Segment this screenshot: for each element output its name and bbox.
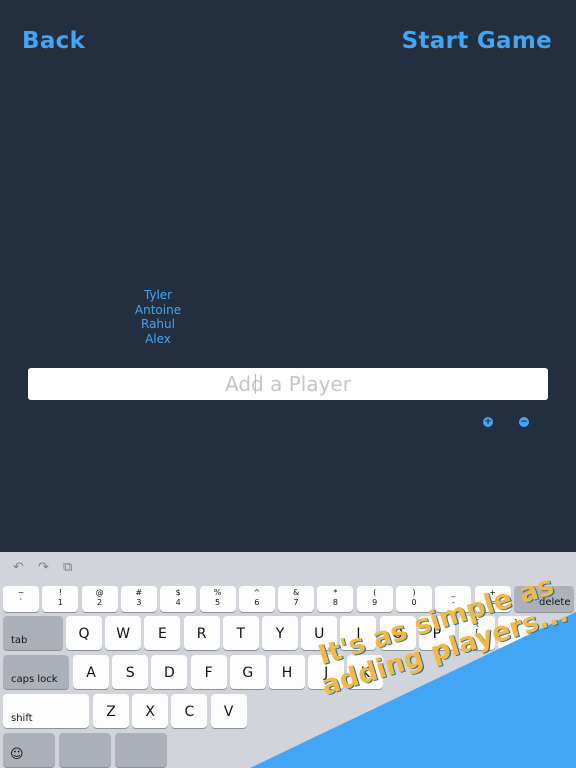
key-symbol: # bbox=[135, 588, 143, 597]
key-symbol: ( bbox=[373, 588, 377, 597]
number-key[interactable]: * 8 bbox=[317, 586, 354, 612]
player-list: Tyler Antoine Rahul Alex bbox=[108, 288, 208, 346]
number-key[interactable]: (9 bbox=[356, 586, 393, 612]
key-label: Z bbox=[106, 704, 116, 720]
player-name: Alex bbox=[145, 331, 171, 346]
key-digit: 6 bbox=[254, 598, 260, 607]
key-digit: 4 bbox=[175, 598, 181, 607]
key-symbol: * bbox=[333, 588, 338, 597]
numbers-key[interactable] bbox=[59, 733, 111, 767]
key-label: G bbox=[242, 665, 254, 681]
tab-label: tab bbox=[11, 635, 28, 646]
key-symbol: % bbox=[213, 588, 222, 597]
tab-key[interactable]: tab bbox=[3, 616, 63, 650]
add-player-field[interactable] bbox=[28, 368, 548, 400]
key-label: E bbox=[157, 626, 167, 642]
letter-key[interactable]: F bbox=[190, 655, 227, 689]
caps-lock-label: caps lock bbox=[11, 674, 58, 685]
key-symbol: ~ bbox=[17, 588, 25, 597]
letter-key[interactable]: A bbox=[73, 655, 109, 689]
key-digit: ` bbox=[19, 598, 23, 607]
key-symbol: @ bbox=[95, 588, 104, 597]
key-label: C bbox=[184, 704, 195, 720]
letter-key[interactable]: V bbox=[210, 694, 247, 728]
key-label: A bbox=[86, 665, 96, 681]
key-symbol: ! bbox=[58, 588, 62, 597]
caps-lock-key[interactable]: caps lock bbox=[3, 655, 69, 689]
letter-key[interactable]: G bbox=[229, 655, 266, 689]
text-caret bbox=[255, 374, 256, 394]
key-label: R bbox=[196, 626, 207, 642]
letter-key[interactable]: C bbox=[171, 694, 208, 728]
number-key[interactable]: ~ ` bbox=[3, 586, 39, 612]
start-game-button[interactable]: Start Game bbox=[402, 28, 552, 54]
letter-key[interactable]: H bbox=[269, 655, 305, 689]
letter-key[interactable]: Q bbox=[66, 616, 102, 650]
number-key[interactable]: #3 bbox=[120, 586, 157, 612]
key-label: D bbox=[164, 665, 175, 681]
number-key[interactable]: $4 bbox=[160, 586, 197, 612]
add-player-input[interactable] bbox=[28, 368, 548, 400]
key-label: V bbox=[223, 704, 234, 720]
key-symbol: ^ bbox=[253, 588, 261, 597]
key-label: T bbox=[236, 626, 246, 642]
key-digit: 9 bbox=[372, 598, 378, 607]
letter-key[interactable]: X bbox=[132, 694, 169, 728]
shift-key[interactable]: shift bbox=[3, 694, 89, 728]
back-button[interactable]: Back bbox=[22, 28, 85, 54]
key-digit: 2 bbox=[97, 598, 103, 607]
number-key[interactable]: ^ 6 bbox=[238, 586, 275, 612]
shift-label: shift bbox=[11, 713, 33, 724]
remove-player-button[interactable]: − bbox=[519, 417, 529, 427]
number-key[interactable]: & 7 bbox=[278, 586, 315, 612]
player-name: Rahul bbox=[141, 317, 175, 331]
paste-icon[interactable]: ⧉ bbox=[63, 560, 72, 575]
key-symbol: $ bbox=[175, 588, 181, 597]
letter-key[interactable]: E bbox=[144, 616, 181, 650]
key-label: X bbox=[145, 704, 155, 720]
letter-key[interactable]: S bbox=[112, 655, 149, 689]
key-label: W bbox=[116, 626, 131, 642]
key-symbol: ) bbox=[412, 588, 416, 597]
letter-key[interactable]: R bbox=[183, 616, 220, 650]
number-key[interactable]: % 5 bbox=[199, 586, 236, 612]
number-key[interactable]: ! 1 bbox=[42, 586, 79, 612]
emoji-icon: ☺ bbox=[10, 747, 24, 762]
number-key[interactable]: @2 bbox=[81, 586, 118, 612]
key-label: Y bbox=[275, 626, 285, 642]
onscreen-keyboard: ↶ ↷ ⧉ ~ `! 1 @2 #3 $4% 5 ^ 6 & 7 * 8(9) 0 _ - + = delete ta… bbox=[0, 552, 576, 768]
letter-key[interactable]: Z bbox=[93, 694, 129, 728]
key-label: F bbox=[204, 665, 213, 681]
key-digit: 1 bbox=[57, 598, 63, 607]
undo-icon[interactable]: ↶ bbox=[13, 560, 24, 575]
key-symbol: & bbox=[292, 588, 300, 597]
add-player-button[interactable]: + bbox=[483, 417, 493, 427]
player-name: Antoine bbox=[134, 302, 182, 317]
letter-key[interactable]: Y bbox=[262, 616, 298, 650]
keyboard-toolbar: ↶ ↷ ⧉ bbox=[0, 552, 576, 582]
letter-key[interactable]: W bbox=[105, 616, 142, 650]
key-digit: 7 bbox=[293, 598, 299, 607]
key-label: S bbox=[125, 665, 135, 681]
redo-icon[interactable]: ↷ bbox=[38, 560, 49, 575]
key-digit: 8 bbox=[332, 598, 338, 607]
globe-key[interactable] bbox=[115, 733, 167, 767]
key-label: H bbox=[281, 665, 293, 681]
emoji-key[interactable]: ☺ bbox=[3, 733, 55, 767]
letter-key[interactable]: T bbox=[222, 616, 259, 650]
key-label: Q bbox=[78, 626, 90, 642]
key-digit: 0 bbox=[411, 598, 417, 607]
player-name: Tyler bbox=[143, 288, 173, 302]
key-digit: 3 bbox=[136, 598, 142, 607]
letter-key[interactable]: D bbox=[151, 655, 188, 689]
key-digit: 5 bbox=[214, 598, 221, 607]
